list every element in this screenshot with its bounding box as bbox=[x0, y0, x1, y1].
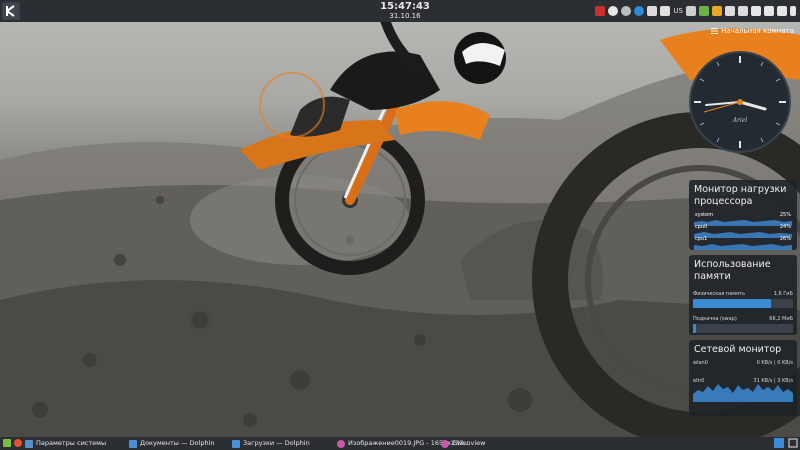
clock-brand: Ariel bbox=[732, 117, 748, 124]
sync-icon[interactable] bbox=[686, 6, 696, 16]
physical-memory-label: Физическая память bbox=[693, 291, 745, 297]
task-downloads-dolphin[interactable]: Загрузки — Dolphin bbox=[232, 438, 310, 449]
network-iface-label: wlan0 bbox=[693, 360, 708, 366]
network-iface-value: 31 KB/s | 3 KB/s bbox=[753, 378, 793, 384]
virtual-desktop-pager[interactable] bbox=[774, 438, 784, 448]
folder-icon bbox=[129, 439, 137, 448]
physical-memory-row: Физическая память 1,6 ГиБ bbox=[689, 291, 797, 297]
hamburger-icon bbox=[711, 28, 719, 34]
cpu-row-cpu0: cpu0 24% bbox=[694, 223, 792, 238]
network-icon[interactable] bbox=[777, 6, 787, 16]
kde-connect-icon[interactable] bbox=[595, 6, 606, 16]
media-icon[interactable] bbox=[608, 6, 619, 16]
image-viewer-icon bbox=[337, 439, 345, 448]
cpu-row-label: cpu0 bbox=[695, 224, 708, 230]
task-label: Gwenview bbox=[452, 439, 486, 447]
display-icon[interactable] bbox=[725, 6, 735, 16]
swap-memory-row: Подкачка (swap) 66,2 МиБ bbox=[689, 316, 797, 322]
task-label: Загрузки — Dolphin bbox=[243, 439, 310, 447]
volume-icon[interactable] bbox=[751, 6, 761, 16]
desktop-wallpaper bbox=[0, 0, 800, 450]
memory-usage-widget[interactable]: Использование памяти Физическая память 1… bbox=[689, 255, 797, 335]
cpu-monitor-widget[interactable]: Монитор нагрузки процессора system 25% c… bbox=[689, 180, 797, 250]
network-monitor-widget[interactable]: Сетевой монитор wlan0 0 KB/s | 0 KB/s et… bbox=[689, 340, 797, 416]
task-label: Документы — Dolphin bbox=[140, 439, 215, 447]
swap-memory-label: Подкачка (swap) bbox=[693, 316, 737, 322]
swap-memory-value: 66,2 МиБ bbox=[769, 316, 793, 322]
swap-memory-bar-fill bbox=[693, 324, 696, 333]
cpu-row-value: 24% bbox=[779, 224, 791, 230]
lock-icon[interactable] bbox=[660, 6, 671, 16]
network-iface-label: eth0 bbox=[693, 378, 705, 384]
analog-clock-face: Ariel bbox=[689, 51, 791, 153]
keyboard-layout-indicator[interactable]: US bbox=[673, 7, 683, 15]
cpu-monitor-title: Монитор нагрузки процессора bbox=[694, 184, 787, 207]
image-viewer-icon bbox=[441, 439, 449, 448]
clock-icon[interactable] bbox=[621, 6, 632, 16]
app-launcher-icon[interactable] bbox=[3, 439, 11, 447]
network-iface-row: wlan0 0 KB/s | 0 KB/s bbox=[689, 360, 797, 366]
system-tray: US bbox=[595, 4, 796, 18]
kde-logo-icon bbox=[3, 3, 19, 19]
network-iface-value: 0 KB/s | 0 KB/s bbox=[756, 360, 793, 366]
cpu-row-system: system 25% bbox=[694, 211, 792, 226]
info-icon[interactable] bbox=[647, 6, 658, 16]
task-gwenview[interactable]: Gwenview bbox=[441, 438, 485, 449]
cpu-row-value: 25% bbox=[779, 212, 791, 218]
task-documents-dolphin[interactable]: Документы — Dolphin bbox=[129, 438, 215, 449]
cloud-storage-icon[interactable] bbox=[712, 6, 722, 16]
physical-memory-bar-fill bbox=[693, 299, 771, 308]
network-iface-row: eth0 31 KB/s | 3 KB/s bbox=[689, 378, 797, 384]
folder-icon bbox=[232, 439, 240, 448]
wallpaper-art bbox=[0, 15, 800, 450]
physical-memory-bar bbox=[693, 299, 793, 308]
network-graph-area: eth0 31 KB/s | 3 KB/s bbox=[693, 378, 793, 402]
cpu-row-label: system bbox=[695, 212, 714, 218]
memory-usage-title: Использование памяти bbox=[694, 259, 771, 282]
desktop-menu-label: Начальная комната bbox=[721, 27, 794, 35]
physical-memory-value: 1,6 ГиБ bbox=[773, 291, 793, 297]
kde-launcher-button[interactable] bbox=[2, 2, 20, 20]
clock-date: 31.10.16 bbox=[389, 12, 421, 20]
network-monitor-title: Сетевой монитор bbox=[694, 344, 782, 355]
show-desktop-icon[interactable] bbox=[788, 438, 798, 448]
firefox-icon[interactable] bbox=[14, 439, 22, 447]
swap-memory-bar bbox=[693, 324, 793, 333]
cloud-icon[interactable] bbox=[699, 6, 709, 16]
digital-clock[interactable]: 15:47:43 31.10.16 bbox=[350, 1, 460, 21]
settings-icon bbox=[25, 439, 33, 448]
clock-time: 15:47:43 bbox=[380, 1, 430, 12]
top-panel: 15:47:43 31.10.16 US bbox=[0, 0, 800, 22]
cpu-row-label: cpu1 bbox=[695, 236, 708, 242]
battery-icon[interactable] bbox=[738, 6, 748, 16]
analog-clock-widget[interactable]: Ariel bbox=[688, 50, 792, 154]
tray-expand-icon[interactable] bbox=[790, 6, 796, 16]
bottom-taskbar: Параметры системы Документы — Dolphin За… bbox=[0, 437, 800, 450]
bluetooth-icon[interactable] bbox=[764, 6, 774, 16]
task-system-settings[interactable]: Параметры системы bbox=[25, 438, 106, 449]
cpu-row-cpu1: cpu1 26% bbox=[694, 235, 792, 250]
task-label: Параметры системы bbox=[36, 439, 107, 447]
cpu-graph bbox=[694, 244, 792, 250]
cpu-row-value: 26% bbox=[779, 236, 791, 242]
desktop-activity-menu[interactable]: Начальная комната bbox=[711, 27, 794, 35]
steam-icon[interactable] bbox=[634, 6, 645, 16]
